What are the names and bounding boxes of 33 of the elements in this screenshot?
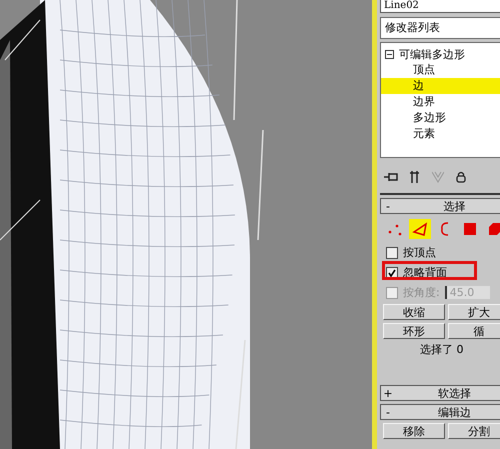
selection-level-button[interactable] — [409, 219, 431, 239]
stack-item[interactable]: 边界 — [381, 94, 500, 110]
panel-button[interactable]: 扩大 — [448, 304, 500, 320]
fork-icon[interactable] — [410, 171, 420, 183]
pin-icon[interactable] — [384, 172, 398, 182]
polygon-icon — [463, 222, 477, 236]
stack-item[interactable]: 顶点 — [381, 62, 500, 78]
checkmark-icon — [388, 268, 396, 276]
vertex-icon — [387, 222, 403, 236]
stack-item[interactable]: 可编辑多边形 — [399, 46, 465, 62]
panel-button[interactable]: 环形 — [383, 323, 445, 339]
rollout-header[interactable]: + 软选择 — [380, 385, 500, 401]
checkbox-label: 按角度: — [403, 285, 440, 300]
cube-icon — [488, 222, 500, 236]
checkbox[interactable] — [386, 246, 398, 258]
checkbox[interactable] — [386, 266, 398, 278]
panel-button[interactable]: 收缩 — [383, 304, 445, 320]
stack-item[interactable]: 元素 — [381, 126, 500, 142]
panel-button[interactable]: 循 — [448, 323, 500, 339]
stack-item[interactable]: 多边形 — [381, 110, 500, 126]
panel-button[interactable]: 分割 — [448, 423, 500, 439]
edge-icon — [412, 222, 428, 236]
padlock-icon[interactable] — [456, 171, 466, 183]
rollout-header[interactable]: - 选择 — [380, 198, 500, 214]
border-icon — [439, 221, 451, 237]
rollout-header[interactable]: - 编辑边 — [380, 404, 500, 420]
modifier-list-dropdown[interactable]: 修改器列表 — [380, 17, 500, 39]
collapse-icon[interactable] — [385, 50, 394, 58]
stack-item[interactable]: 边 — [381, 78, 500, 94]
panel-button[interactable]: 移除 — [383, 423, 445, 439]
checkbox-label: 按顶点 — [403, 245, 436, 260]
selection-status: 选择了 0 — [419, 342, 464, 357]
object-name-field[interactable]: Line02 — [380, 0, 500, 13]
